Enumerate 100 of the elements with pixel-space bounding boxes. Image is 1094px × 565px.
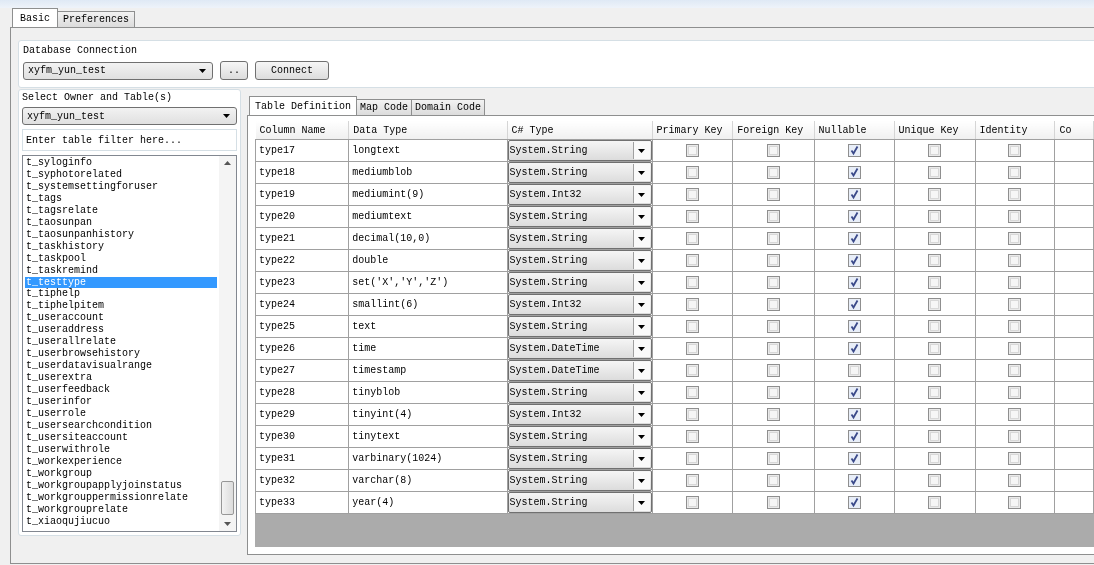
table-list-item[interactable]: t_userbrowsehistory (25, 348, 217, 361)
checkbox[interactable] (685, 144, 699, 157)
table-list-item[interactable]: t_taskpool (25, 252, 217, 265)
table-list-item[interactable]: t_taskremind (25, 264, 217, 277)
table-list-item[interactable]: t_usersearchcondition (25, 419, 217, 432)
scrollbar-thumb[interactable] (221, 481, 234, 515)
checkbox[interactable] (685, 408, 699, 421)
checkbox[interactable] (928, 452, 941, 465)
checkbox[interactable] (766, 496, 780, 509)
checkbox[interactable] (928, 474, 941, 487)
type-dropdown[interactable]: System.String (507, 228, 652, 249)
checkbox[interactable] (1008, 232, 1022, 245)
checkbox[interactable] (847, 166, 861, 179)
type-dropdown[interactable]: System.String (507, 426, 652, 447)
checkbox[interactable] (928, 320, 941, 333)
table-list-item[interactable]: t_userrole (25, 408, 217, 420)
column-header[interactable]: Nullable (814, 121, 895, 140)
checkbox[interactable] (928, 232, 941, 245)
checkbox[interactable] (1008, 364, 1022, 377)
checkbox[interactable] (847, 298, 861, 311)
table-list-item[interactable]: t_userallrelate (25, 336, 217, 349)
table-list-item[interactable]: t_tiphelp (25, 288, 217, 301)
checkbox[interactable] (766, 386, 780, 399)
type-dropdown[interactable]: System.DateTime (507, 338, 652, 359)
checkbox[interactable] (685, 452, 699, 465)
column-header[interactable]: Identity (975, 121, 1055, 140)
table-list-item[interactable]: t_userwithrole (25, 443, 217, 456)
checkbox[interactable] (1008, 144, 1022, 157)
checkbox[interactable] (847, 188, 861, 201)
table-list-item[interactable]: t_tagsrelate (25, 204, 217, 217)
checkbox[interactable] (685, 276, 699, 289)
checkbox[interactable] (928, 496, 941, 509)
table-list-item[interactable]: t_xiaoqujiucuo (25, 515, 217, 528)
checkbox[interactable] (928, 342, 941, 355)
table-list-item[interactable]: t_workexperience (25, 455, 217, 468)
column-header[interactable]: Foreign Key (732, 121, 815, 140)
column-header[interactable]: C# Type (507, 121, 653, 140)
connection-dropdown[interactable]: xyfm_yun_test (23, 61, 213, 80)
type-dropdown[interactable]: System.String (507, 492, 652, 513)
checkbox[interactable] (928, 276, 941, 289)
checkbox[interactable] (766, 320, 780, 333)
checkbox[interactable] (847, 232, 861, 245)
type-dropdown[interactable]: System.String (507, 140, 652, 161)
checkbox[interactable] (1008, 474, 1022, 487)
filter-field[interactable]: Enter table filter here... (22, 129, 237, 151)
column-header[interactable]: Co (1055, 121, 1094, 140)
checkbox[interactable] (685, 210, 699, 223)
type-dropdown[interactable]: System.String (507, 250, 652, 271)
table-list-item[interactable]: t_userinfor (25, 396, 217, 408)
type-dropdown[interactable]: System.String (507, 162, 652, 183)
checkbox[interactable] (1008, 188, 1022, 201)
checkbox[interactable] (766, 210, 780, 223)
checkbox[interactable] (1008, 386, 1022, 399)
table-list-item[interactable]: t_syphotorelated (25, 168, 217, 181)
checkbox[interactable] (928, 188, 941, 201)
table-list-item[interactable]: t_tiphelpitem (25, 300, 217, 313)
table-list-item[interactable]: t_userextra (25, 372, 217, 385)
tab[interactable]: Domain Code (411, 99, 486, 115)
table-list-item[interactable]: t_useraddress (25, 324, 217, 337)
checkbox[interactable] (685, 320, 699, 333)
table-list-item[interactable]: t_useraccount (25, 312, 217, 325)
checkbox[interactable] (766, 452, 780, 465)
checkbox[interactable] (847, 408, 861, 421)
checkbox[interactable] (685, 386, 699, 399)
type-dropdown[interactable]: System.String (507, 316, 652, 337)
checkbox[interactable] (847, 210, 861, 223)
tab[interactable]: Preferences (57, 11, 136, 27)
table-list-item[interactable]: t_workgrouppermissionrelate (25, 491, 217, 504)
checkbox[interactable] (766, 166, 780, 179)
checkbox[interactable] (847, 364, 861, 377)
type-dropdown[interactable]: System.Int32 (507, 294, 652, 315)
type-dropdown[interactable]: System.String (507, 448, 652, 469)
column-header[interactable]: Unique Key (894, 121, 975, 140)
checkbox[interactable] (766, 474, 780, 487)
checkbox[interactable] (685, 364, 699, 377)
checkbox[interactable] (928, 254, 941, 267)
checkbox[interactable] (766, 232, 780, 245)
checkbox[interactable] (847, 254, 861, 267)
checkbox[interactable] (928, 166, 941, 179)
checkbox[interactable] (766, 342, 780, 355)
tab[interactable]: Table Definition (249, 96, 357, 115)
checkbox[interactable] (685, 166, 699, 179)
checkbox[interactable] (1008, 254, 1022, 267)
table-list-item[interactable]: t_taosunpanhistory (25, 228, 217, 241)
checkbox[interactable] (766, 188, 780, 201)
checkbox[interactable] (1008, 342, 1022, 355)
checkbox[interactable] (1008, 408, 1022, 421)
checkbox[interactable] (847, 342, 861, 355)
checkbox[interactable] (766, 254, 780, 267)
checkbox[interactable] (685, 188, 699, 201)
scroll-down-icon[interactable] (224, 522, 231, 526)
checkbox[interactable] (1008, 166, 1022, 179)
table-list-item[interactable]: t_tags (25, 192, 217, 205)
checkbox[interactable] (1008, 276, 1022, 289)
checkbox[interactable] (766, 144, 780, 157)
checkbox[interactable] (1008, 496, 1022, 509)
table-list-item[interactable]: t_workgrouprelate (25, 503, 217, 516)
scroll-up-icon[interactable] (224, 161, 231, 165)
checkbox[interactable] (1008, 210, 1022, 223)
table-list-item[interactable]: t_usersiteaccount (25, 431, 217, 444)
